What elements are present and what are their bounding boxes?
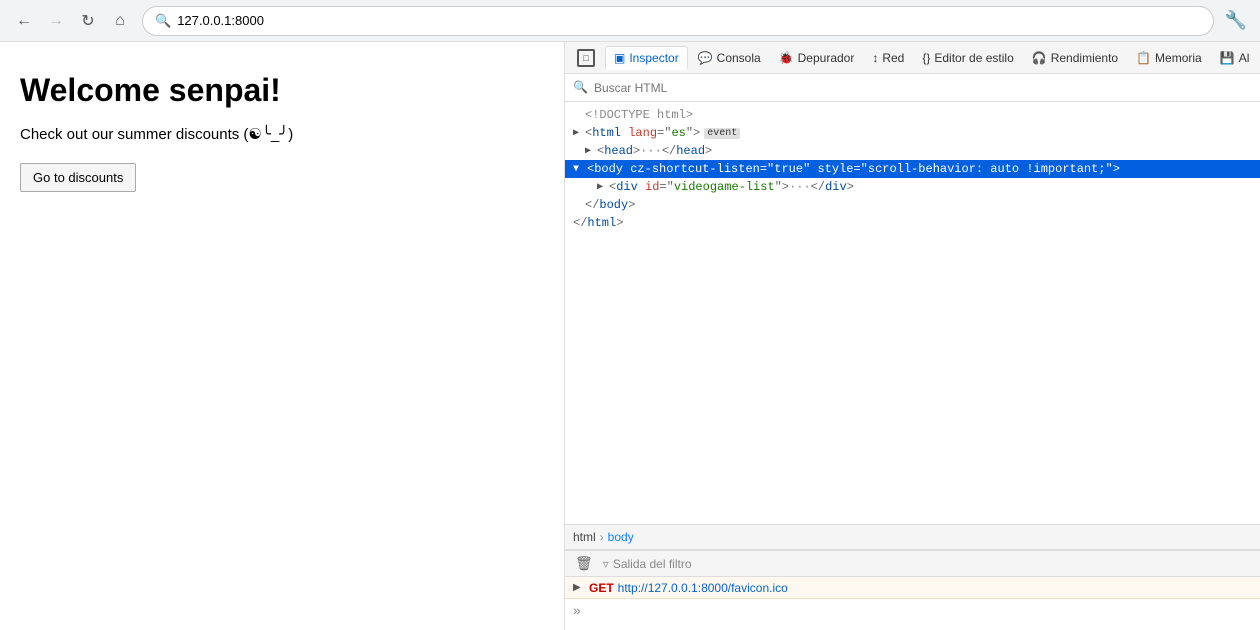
page-content: Welcome senpai! Check out our summer dis… <box>0 42 565 630</box>
address-bar: 🔍 <box>142 6 1214 36</box>
expand-html: ▶ <box>573 127 585 139</box>
inspector-icon: ▣ <box>614 51 625 65</box>
tab-storage-label: Al <box>1239 51 1250 65</box>
log-arrows-icon: » <box>573 602 581 618</box>
event-badge: event <box>704 128 740 139</box>
breadcrumb-html[interactable]: html <box>573 530 596 544</box>
expand-doctype <box>573 110 585 121</box>
go-to-discounts-button[interactable]: Go to discounts <box>20 163 136 192</box>
tab-performance[interactable]: 🎧 Rendimiento <box>1024 47 1126 69</box>
tab-console[interactable]: 💬 Consola <box>690 47 769 69</box>
expand-head: ▶ <box>585 145 597 157</box>
tab-storage[interactable]: 💾 Al <box>1212 47 1258 69</box>
filter-bar: 🗑 ▿ Salida del filtro <box>565 551 1260 577</box>
style-editor-icon: {} <box>922 51 930 65</box>
inspector-search-bar: 🔍 <box>565 74 1260 102</box>
tree-html-close[interactable]: </html> <box>565 214 1260 232</box>
html-search-input[interactable] <box>594 81 1252 95</box>
debugger-icon: 🐞 <box>779 51 794 65</box>
browser-toolbar: ← → ↻ ⌂ 🔍 🔧 <box>0 0 1260 42</box>
search-icon: 🔍 <box>155 13 171 29</box>
page-subtitle: Check out our summer discounts (☯╰_╯) <box>20 125 544 143</box>
page-title: Welcome senpai! <box>20 72 544 109</box>
url-input[interactable] <box>177 13 1201 28</box>
tab-inspector[interactable]: ▣ Inspector <box>605 46 688 70</box>
network-icon: ↕ <box>872 51 878 65</box>
expand-log: ▶ <box>573 582 585 593</box>
tab-inspector-label: Inspector <box>629 51 678 65</box>
home-button[interactable]: ⌂ <box>106 7 134 35</box>
tab-debugger[interactable]: 🐞 Depurador <box>771 47 863 69</box>
tab-network[interactable]: ↕ Red <box>864 47 912 69</box>
log-entry-empty: » <box>565 599 1260 621</box>
back-button[interactable]: ← <box>10 7 38 35</box>
tab-style-editor[interactable]: {} Editor de estilo <box>914 47 1021 69</box>
log-entry-favicon[interactable]: ▶ GET http://127.0.0.1:8000/favicon.ico <box>565 577 1260 599</box>
breadcrumb-bar: html › body <box>565 524 1260 550</box>
filter-label: ▿ Salida del filtro <box>603 557 692 571</box>
main-area: Welcome senpai! Check out our summer dis… <box>0 42 1260 630</box>
expand-body: ▼ <box>573 164 585 175</box>
tree-head[interactable]: ▶ <head> ··· </head> <box>565 142 1260 160</box>
tab-memory[interactable]: 📋 Memoria <box>1128 47 1210 69</box>
filter-text-label: Salida del filtro <box>613 557 692 571</box>
filter-icon: ▿ <box>603 557 609 571</box>
memory-icon: 📋 <box>1136 51 1151 65</box>
screenshot-icon: □ <box>577 49 595 67</box>
reload-button[interactable]: ↻ <box>74 7 102 35</box>
tab-style-editor-label: Editor de estilo <box>934 51 1013 65</box>
log-url[interactable]: http://127.0.0.1:8000/favicon.ico <box>618 581 788 595</box>
tab-performance-label: Rendimiento <box>1051 51 1118 65</box>
tree-body-close[interactable]: </body> <box>565 196 1260 214</box>
clear-filter-button[interactable]: 🗑 <box>573 553 595 574</box>
console-area: 🗑 ▿ Salida del filtro ▶ GET http://127.0… <box>565 550 1260 630</box>
tab-network-label: Red <box>882 51 904 65</box>
tree-doctype[interactable]: <!DOCTYPE html> <box>565 106 1260 124</box>
nav-buttons: ← → ↻ ⌂ <box>10 7 134 35</box>
tree-html[interactable]: ▶ <html lang="es" > event <box>565 124 1260 142</box>
search-icon: 🔍 <box>573 80 588 95</box>
tab-memory-label: Memoria <box>1155 51 1202 65</box>
performance-icon: 🎧 <box>1032 51 1047 65</box>
storage-icon: 💾 <box>1220 51 1235 65</box>
settings-button[interactable]: 🔧 <box>1222 7 1250 35</box>
tree-body[interactable]: ▼ <body cz-shortcut-listen="true" style=… <box>565 160 1260 178</box>
html-tree: <!DOCTYPE html> ▶ <html lang="es" > even… <box>565 102 1260 524</box>
breadcrumb-separator: › <box>600 530 604 544</box>
devtools-toolbar: □ ▣ Inspector 💬 Consola 🐞 Depurador ↕ Re… <box>565 42 1260 74</box>
devtools-panel: □ ▣ Inspector 💬 Consola 🐞 Depurador ↕ Re… <box>565 42 1260 630</box>
tab-debugger-label: Depurador <box>798 51 855 65</box>
expand-div: ▶ <box>597 181 609 193</box>
console-icon: 💬 <box>698 51 713 65</box>
tree-div-videogame[interactable]: ▶ <div id="videogame-list" > ··· </div> <box>565 178 1260 196</box>
tab-console-label: Consola <box>717 51 761 65</box>
tab-screenshot[interactable]: □ <box>569 45 603 71</box>
log-method: GET <box>589 581 614 595</box>
breadcrumb-body[interactable]: body <box>608 530 634 544</box>
forward-button[interactable]: → <box>42 7 70 35</box>
